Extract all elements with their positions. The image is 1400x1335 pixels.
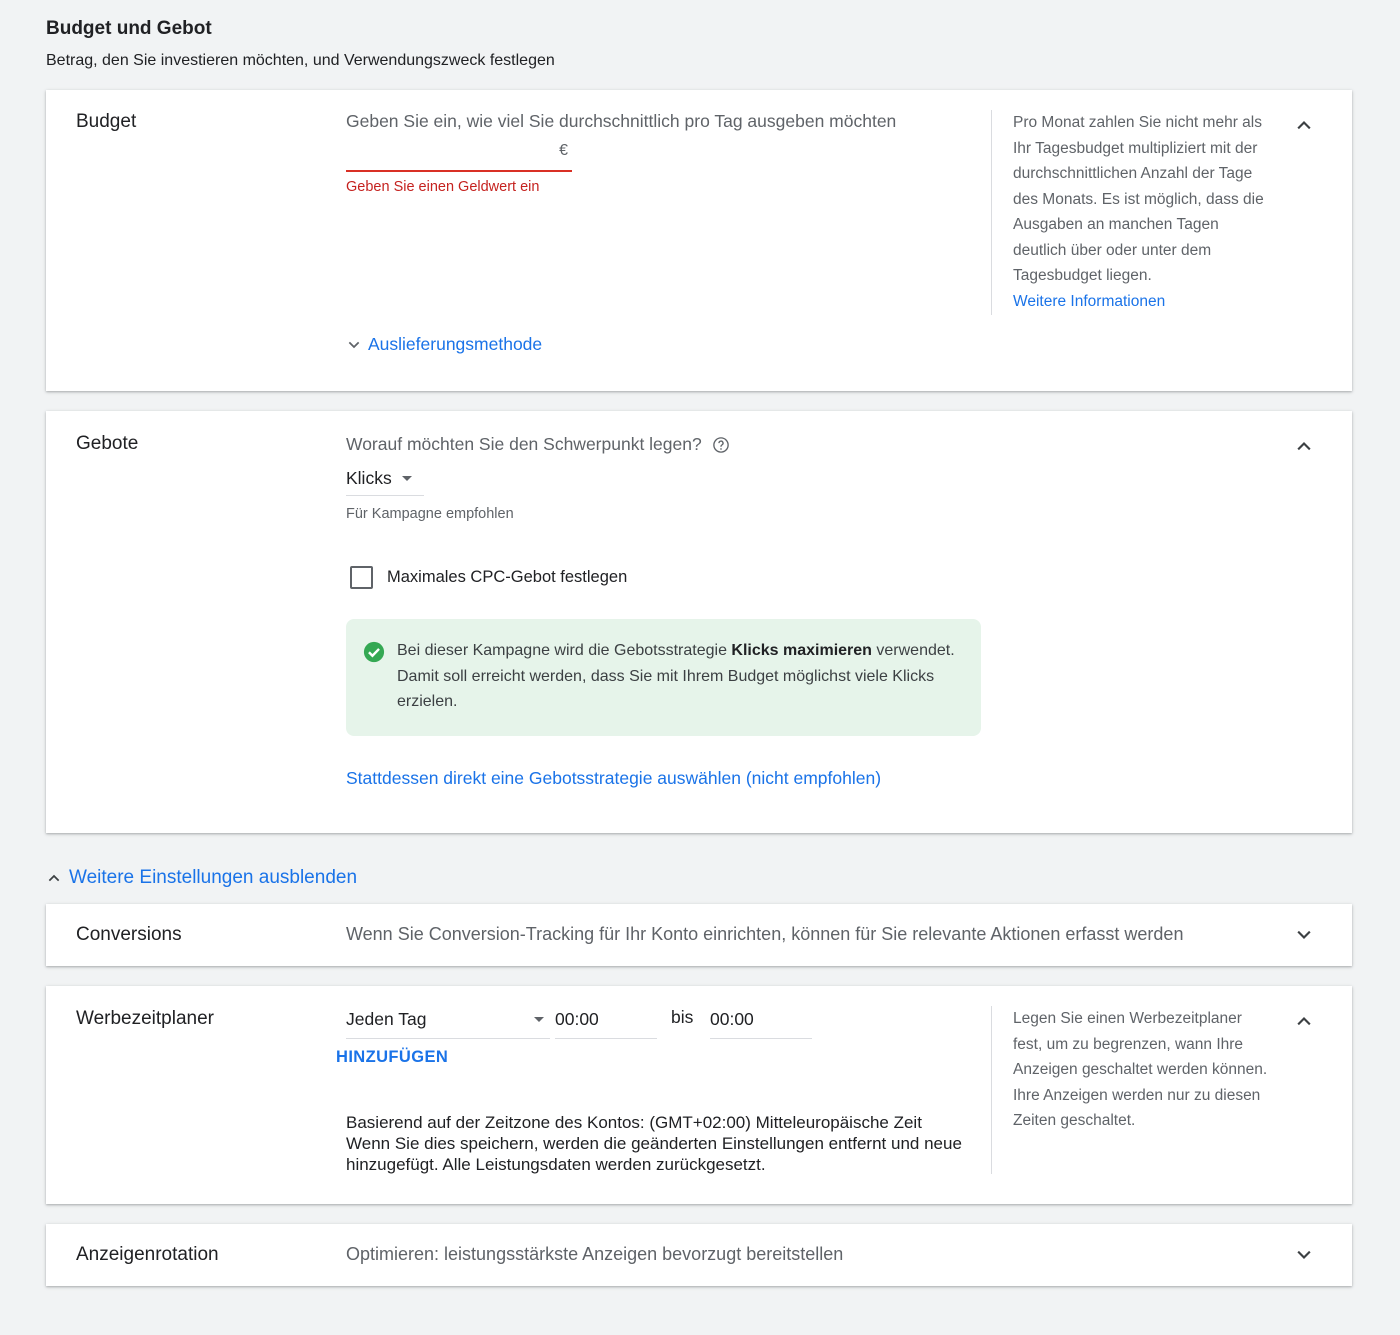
chevron-down-icon	[348, 341, 360, 348]
conversions-label: Conversions	[76, 924, 182, 945]
choose-strategy-link[interactable]: Stattdessen direkt eine Gebotsstrategie …	[346, 768, 881, 789]
chevron-up-icon	[48, 874, 60, 882]
schedule-start-time[interactable]: 00:00	[555, 1001, 657, 1039]
budget-card: Budget Geben Sie ein, wie viel Sie durch…	[46, 90, 1352, 391]
dropdown-arrow-icon	[401, 476, 412, 481]
schedule-until-label: bis	[671, 1007, 694, 1027]
bids-question: Worauf möchten Sie den Schwerpunkt legen…	[346, 434, 730, 455]
currency-symbol: €	[559, 142, 568, 159]
bidding-focus-select[interactable]: Klicks	[346, 462, 424, 496]
page-title: Budget und Gebot	[46, 18, 212, 39]
check-circle-icon	[363, 641, 385, 663]
delivery-method-toggle[interactable]: Auslieferungsmethode	[346, 334, 542, 355]
max-cpc-option[interactable]: Maximales CPC-Gebot festlegen	[350, 566, 627, 589]
info-prefix: Bei dieser Kampagne wird die Gebotsstrat…	[397, 642, 732, 659]
schedule-timezone-note: Basierend auf der Zeitzone des Kontos: (…	[346, 1112, 996, 1175]
ad-rotation-label: Anzeigenrotation	[76, 1244, 219, 1265]
schedule-collapse-button[interactable]	[1290, 1007, 1318, 1035]
ad-rotation-expand-button[interactable]	[1290, 1241, 1318, 1269]
bids-card: Gebote Worauf möchten Sie den Schwerpunk…	[46, 411, 1352, 833]
chevron-up-icon	[1297, 441, 1311, 451]
schedule-end-value: 00:00	[710, 1009, 754, 1029]
help-circle-icon[interactable]	[712, 436, 730, 454]
budget-prompt: Geben Sie ein, wie viel Sie durchschnitt…	[346, 111, 897, 131]
bids-label: Gebote	[76, 433, 139, 454]
dropdown-arrow-icon	[534, 1017, 544, 1022]
conversions-description: Wenn Sie Conversion-Tracking für Ihr Kon…	[346, 924, 1184, 944]
budget-amount-input[interactable]: €	[346, 138, 572, 172]
bids-question-text: Worauf möchten Sie den Schwerpunkt legen…	[346, 434, 702, 454]
ad-schedule-card: Werbezeitplaner Jeden Tag 00:00 bis 00:0…	[46, 986, 1352, 1204]
conversions-expand-button[interactable]	[1290, 921, 1318, 949]
chevron-down-icon	[1297, 930, 1311, 940]
chevron-up-icon	[1297, 1016, 1311, 1026]
ad-schedule-label: Werbezeitplaner	[76, 1008, 215, 1029]
schedule-day-value: Jeden Tag	[346, 1009, 427, 1029]
budget-divider	[991, 110, 992, 315]
budget-collapse-button[interactable]	[1290, 111, 1318, 139]
page-subtitle: Betrag, den Sie investieren möchten, und…	[46, 52, 555, 69]
schedule-end-time[interactable]: 00:00	[710, 1001, 812, 1039]
chevron-down-icon	[1297, 1250, 1311, 1260]
bid-strategy-info-text: Bei dieser Kampagne wird die Gebotsstrat…	[397, 638, 967, 715]
bidding-focus-value: Klicks	[346, 468, 392, 488]
max-cpc-checkbox[interactable]	[350, 566, 373, 589]
budget-error-message: Geben Sie einen Geldwert ein	[346, 179, 540, 195]
bids-collapse-button[interactable]	[1290, 432, 1318, 460]
ad-rotation-description: Optimieren: leistungsstärkste Anzeigen b…	[346, 1244, 844, 1264]
page-header: Budget und Gebot Betrag, den Sie investi…	[46, 18, 555, 70]
timezone-text: Basierend auf der Zeitzone des Kontos: (…	[346, 1113, 922, 1132]
ad-rotation-card[interactable]: Anzeigenrotation Optimieren: leistungsst…	[46, 1224, 1352, 1286]
max-cpc-label: Maximales CPC-Gebot festlegen	[387, 568, 628, 586]
bid-strategy-info-box: Bei dieser Kampagne wird die Gebotsstrat…	[346, 619, 981, 736]
info-strategy-name: Klicks maximieren	[731, 642, 872, 659]
more-settings-label: Weitere Einstellungen ausblenden	[69, 867, 358, 888]
bids-hint: Für Kampagne empfohlen	[346, 506, 514, 522]
schedule-side-text: Legen Sie einen Werbezeitplaner fest, um…	[1013, 1010, 1268, 1129]
budget-side-info: Pro Monat zahlen Sie nicht mehr als Ihr …	[1013, 110, 1275, 314]
delivery-method-label: Auslieferungsmethode	[368, 334, 543, 354]
budget-side-text: Pro Monat zahlen Sie nicht mehr als Ihr …	[1013, 114, 1264, 284]
more-settings-toggle[interactable]: Weitere Einstellungen ausblenden	[46, 867, 357, 889]
schedule-divider	[991, 1006, 992, 1174]
chevron-up-icon	[1297, 120, 1311, 130]
conversions-card[interactable]: Conversions Wenn Sie Conversion-Tracking…	[46, 904, 1352, 966]
schedule-start-value: 00:00	[555, 1009, 599, 1029]
schedule-warning-text: Wenn Sie dies speichern, werden die geän…	[346, 1134, 962, 1174]
schedule-day-select[interactable]: Jeden Tag	[346, 1001, 550, 1039]
add-schedule-button[interactable]: HINZUFÜGEN	[336, 1048, 448, 1067]
more-info-link[interactable]: Weitere Informationen	[1013, 289, 1275, 315]
budget-label: Budget	[76, 111, 137, 132]
